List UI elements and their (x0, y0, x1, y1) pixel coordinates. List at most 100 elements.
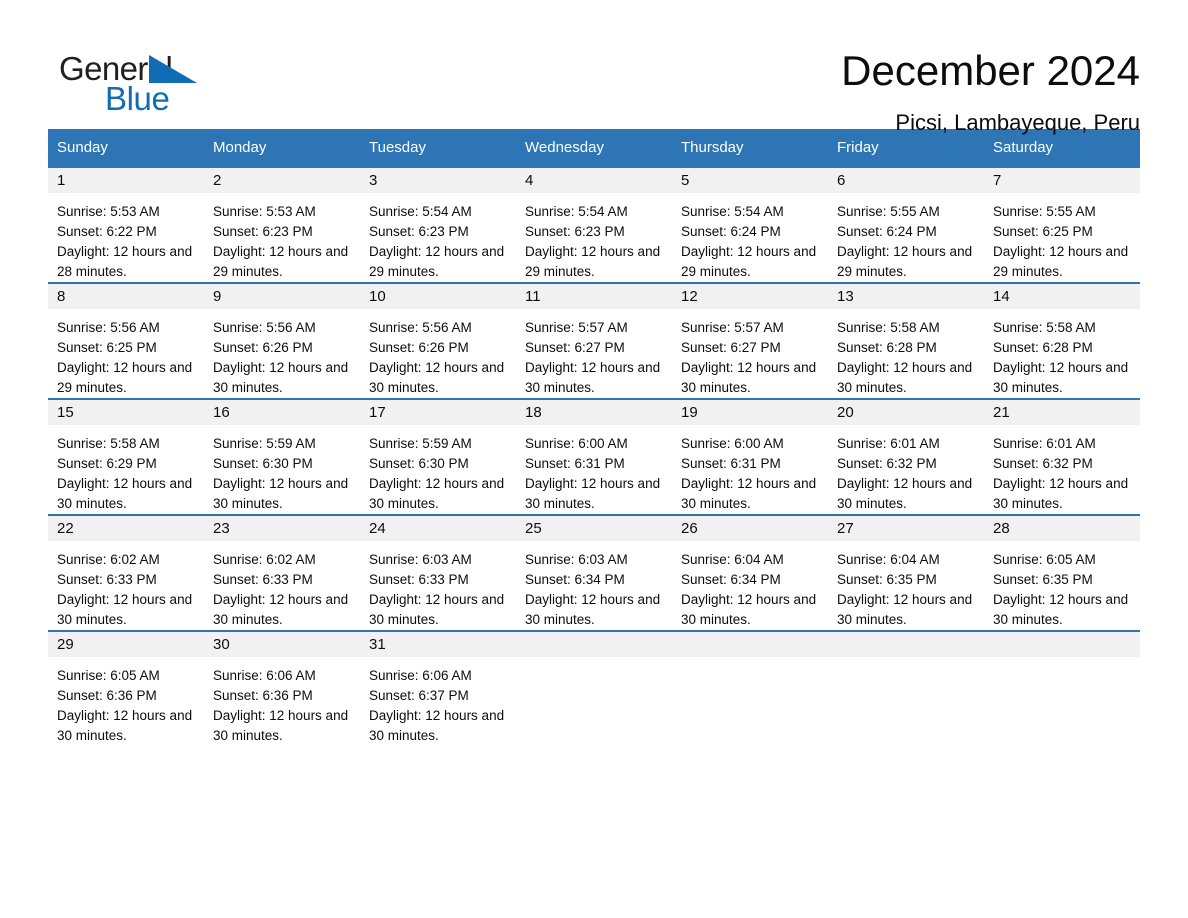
generalblue-logo[interactable]: General Blue (48, 46, 208, 118)
day-details: Sunrise: 6:05 AM Sunset: 6:36 PM Dayligh… (48, 657, 204, 746)
day-number: 8 (48, 284, 204, 309)
day-details: Sunrise: 5:59 AM Sunset: 6:30 PM Dayligh… (204, 425, 360, 514)
calendar-day-cell[interactable]: 11 Sunrise: 5:57 AM Sunset: 6:27 PM Dayl… (516, 282, 672, 399)
calendar-day-cell[interactable]: 14 Sunrise: 5:58 AM Sunset: 6:28 PM Dayl… (984, 282, 1140, 399)
calendar-table: Sunday Monday Tuesday Wednesday Thursday… (48, 129, 1140, 746)
sunrise-text: Sunrise: 6:03 AM (369, 552, 472, 567)
calendar-day-cell[interactable]: 31 Sunrise: 6:06 AM Sunset: 6:37 PM Dayl… (360, 630, 516, 746)
daylight-text: Daylight: 12 hours and 30 minutes. (57, 476, 193, 511)
day-number (672, 632, 828, 657)
calendar-day-cell[interactable]: 12 Sunrise: 5:57 AM Sunset: 6:27 PM Dayl… (672, 282, 828, 399)
calendar-day-cell-empty (984, 630, 1140, 746)
day-details: Sunrise: 5:54 AM Sunset: 6:23 PM Dayligh… (516, 193, 672, 282)
sunset-text: Sunset: 6:23 PM (525, 224, 625, 239)
calendar-day-cell[interactable]: 20 Sunrise: 6:01 AM Sunset: 6:32 PM Dayl… (828, 398, 984, 515)
calendar-day-cell[interactable]: 13 Sunrise: 5:58 AM Sunset: 6:28 PM Dayl… (828, 282, 984, 399)
calendar-day-cell[interactable]: 16 Sunrise: 5:59 AM Sunset: 6:30 PM Dayl… (204, 398, 360, 515)
calendar-day-cell[interactable]: 9 Sunrise: 5:56 AM Sunset: 6:26 PM Dayli… (204, 282, 360, 399)
day-details: Sunrise: 5:58 AM Sunset: 6:29 PM Dayligh… (48, 425, 204, 514)
day-number: 3 (360, 168, 516, 193)
daylight-text: Daylight: 12 hours and 30 minutes. (57, 592, 193, 627)
daylight-text: Daylight: 12 hours and 30 minutes. (369, 476, 505, 511)
calendar-day-cell[interactable]: 27 Sunrise: 6:04 AM Sunset: 6:35 PM Dayl… (828, 514, 984, 631)
calendar-day-cell[interactable]: 28 Sunrise: 6:05 AM Sunset: 6:35 PM Dayl… (984, 514, 1140, 631)
sunrise-text: Sunrise: 5:54 AM (369, 204, 472, 219)
sunrise-text: Sunrise: 5:56 AM (213, 320, 316, 335)
calendar-day-cell[interactable]: 30 Sunrise: 6:06 AM Sunset: 6:36 PM Dayl… (204, 630, 360, 746)
sunrise-text: Sunrise: 6:01 AM (993, 436, 1096, 451)
calendar-day-cell[interactable]: 1 Sunrise: 5:53 AM Sunset: 6:22 PM Dayli… (48, 166, 204, 283)
calendar-day-cell[interactable]: 18 Sunrise: 6:00 AM Sunset: 6:31 PM Dayl… (516, 398, 672, 515)
calendar-body: 1 Sunrise: 5:53 AM Sunset: 6:22 PM Dayli… (48, 166, 1140, 746)
daylight-text: Daylight: 12 hours and 30 minutes. (213, 476, 349, 511)
calendar-day-cell[interactable]: 21 Sunrise: 6:01 AM Sunset: 6:32 PM Dayl… (984, 398, 1140, 515)
calendar-day-cell[interactable]: 6 Sunrise: 5:55 AM Sunset: 6:24 PM Dayli… (828, 166, 984, 283)
calendar-day-cell[interactable]: 24 Sunrise: 6:03 AM Sunset: 6:33 PM Dayl… (360, 514, 516, 631)
sunset-text: Sunset: 6:36 PM (213, 688, 313, 703)
day-details: Sunrise: 5:56 AM Sunset: 6:25 PM Dayligh… (48, 309, 204, 398)
day-number: 1 (48, 168, 204, 193)
calendar-week-row: 15 Sunrise: 5:58 AM Sunset: 6:29 PM Dayl… (48, 398, 1140, 515)
day-number: 13 (828, 284, 984, 309)
sunset-text: Sunset: 6:25 PM (993, 224, 1093, 239)
sunset-text: Sunset: 6:27 PM (525, 340, 625, 355)
sunrise-text: Sunrise: 5:57 AM (525, 320, 628, 335)
daylight-text: Daylight: 12 hours and 30 minutes. (213, 708, 349, 743)
calendar-week-row: 29 Sunrise: 6:05 AM Sunset: 6:36 PM Dayl… (48, 630, 1140, 746)
day-number: 2 (204, 168, 360, 193)
day-details: Sunrise: 5:59 AM Sunset: 6:30 PM Dayligh… (360, 425, 516, 514)
calendar-day-cell[interactable]: 22 Sunrise: 6:02 AM Sunset: 6:33 PM Dayl… (48, 514, 204, 631)
calendar-day-cell[interactable]: 15 Sunrise: 5:58 AM Sunset: 6:29 PM Dayl… (48, 398, 204, 515)
calendar-day-cell[interactable]: 8 Sunrise: 5:56 AM Sunset: 6:25 PM Dayli… (48, 282, 204, 399)
sunset-text: Sunset: 6:24 PM (837, 224, 937, 239)
sunset-text: Sunset: 6:36 PM (57, 688, 157, 703)
day-details: Sunrise: 5:55 AM Sunset: 6:25 PM Dayligh… (984, 193, 1140, 282)
sunset-text: Sunset: 6:31 PM (681, 456, 781, 471)
sunset-text: Sunset: 6:33 PM (369, 572, 469, 587)
daylight-text: Daylight: 12 hours and 29 minutes. (369, 244, 505, 279)
sunset-text: Sunset: 6:34 PM (681, 572, 781, 587)
calendar-day-cell[interactable]: 10 Sunrise: 5:56 AM Sunset: 6:26 PM Dayl… (360, 282, 516, 399)
sunrise-text: Sunrise: 6:06 AM (213, 668, 316, 683)
sunset-text: Sunset: 6:35 PM (837, 572, 937, 587)
day-number: 10 (360, 284, 516, 309)
sunrise-text: Sunrise: 6:06 AM (369, 668, 472, 683)
sunrise-text: Sunrise: 5:57 AM (681, 320, 784, 335)
sunset-text: Sunset: 6:26 PM (213, 340, 313, 355)
day-number: 21 (984, 400, 1140, 425)
calendar-day-cell-empty (672, 630, 828, 746)
calendar-day-cell[interactable]: 26 Sunrise: 6:04 AM Sunset: 6:34 PM Dayl… (672, 514, 828, 631)
calendar-day-cell[interactable]: 5 Sunrise: 5:54 AM Sunset: 6:24 PM Dayli… (672, 166, 828, 283)
sunset-text: Sunset: 6:23 PM (369, 224, 469, 239)
daylight-text: Daylight: 12 hours and 29 minutes. (525, 244, 661, 279)
sunrise-text: Sunrise: 5:54 AM (681, 204, 784, 219)
title-block: December 2024 Picsi, Lambayeque, Peru (208, 46, 1140, 138)
sunrise-text: Sunrise: 6:04 AM (681, 552, 784, 567)
sunset-text: Sunset: 6:33 PM (57, 572, 157, 587)
day-details: Sunrise: 5:53 AM Sunset: 6:23 PM Dayligh… (204, 193, 360, 282)
daylight-text: Daylight: 12 hours and 30 minutes. (681, 360, 817, 395)
day-details: Sunrise: 5:57 AM Sunset: 6:27 PM Dayligh… (672, 309, 828, 398)
calendar-day-cell[interactable]: 7 Sunrise: 5:55 AM Sunset: 6:25 PM Dayli… (984, 166, 1140, 283)
calendar-day-cell[interactable]: 23 Sunrise: 6:02 AM Sunset: 6:33 PM Dayl… (204, 514, 360, 631)
sunset-text: Sunset: 6:24 PM (681, 224, 781, 239)
day-details: Sunrise: 5:58 AM Sunset: 6:28 PM Dayligh… (828, 309, 984, 398)
calendar-day-cell[interactable]: 17 Sunrise: 5:59 AM Sunset: 6:30 PM Dayl… (360, 398, 516, 515)
calendar-day-cell[interactable]: 3 Sunrise: 5:54 AM Sunset: 6:23 PM Dayli… (360, 166, 516, 283)
calendar-day-cell[interactable]: 19 Sunrise: 6:00 AM Sunset: 6:31 PM Dayl… (672, 398, 828, 515)
calendar-day-cell[interactable]: 29 Sunrise: 6:05 AM Sunset: 6:36 PM Dayl… (48, 630, 204, 746)
day-number (828, 632, 984, 657)
day-details: Sunrise: 5:54 AM Sunset: 6:24 PM Dayligh… (672, 193, 828, 282)
sunset-text: Sunset: 6:37 PM (369, 688, 469, 703)
calendar-day-cell[interactable]: 4 Sunrise: 5:54 AM Sunset: 6:23 PM Dayli… (516, 166, 672, 283)
daylight-text: Daylight: 12 hours and 30 minutes. (993, 592, 1129, 627)
daylight-text: Daylight: 12 hours and 30 minutes. (369, 592, 505, 627)
sunset-text: Sunset: 6:29 PM (57, 456, 157, 471)
calendar-day-cell[interactable]: 2 Sunrise: 5:53 AM Sunset: 6:23 PM Dayli… (204, 166, 360, 283)
calendar-day-cell[interactable]: 25 Sunrise: 6:03 AM Sunset: 6:34 PM Dayl… (516, 514, 672, 631)
day-number: 12 (672, 284, 828, 309)
sunrise-text: Sunrise: 6:04 AM (837, 552, 940, 567)
day-number (984, 632, 1140, 657)
daylight-text: Daylight: 12 hours and 30 minutes. (213, 360, 349, 395)
sunrise-text: Sunrise: 5:59 AM (369, 436, 472, 451)
